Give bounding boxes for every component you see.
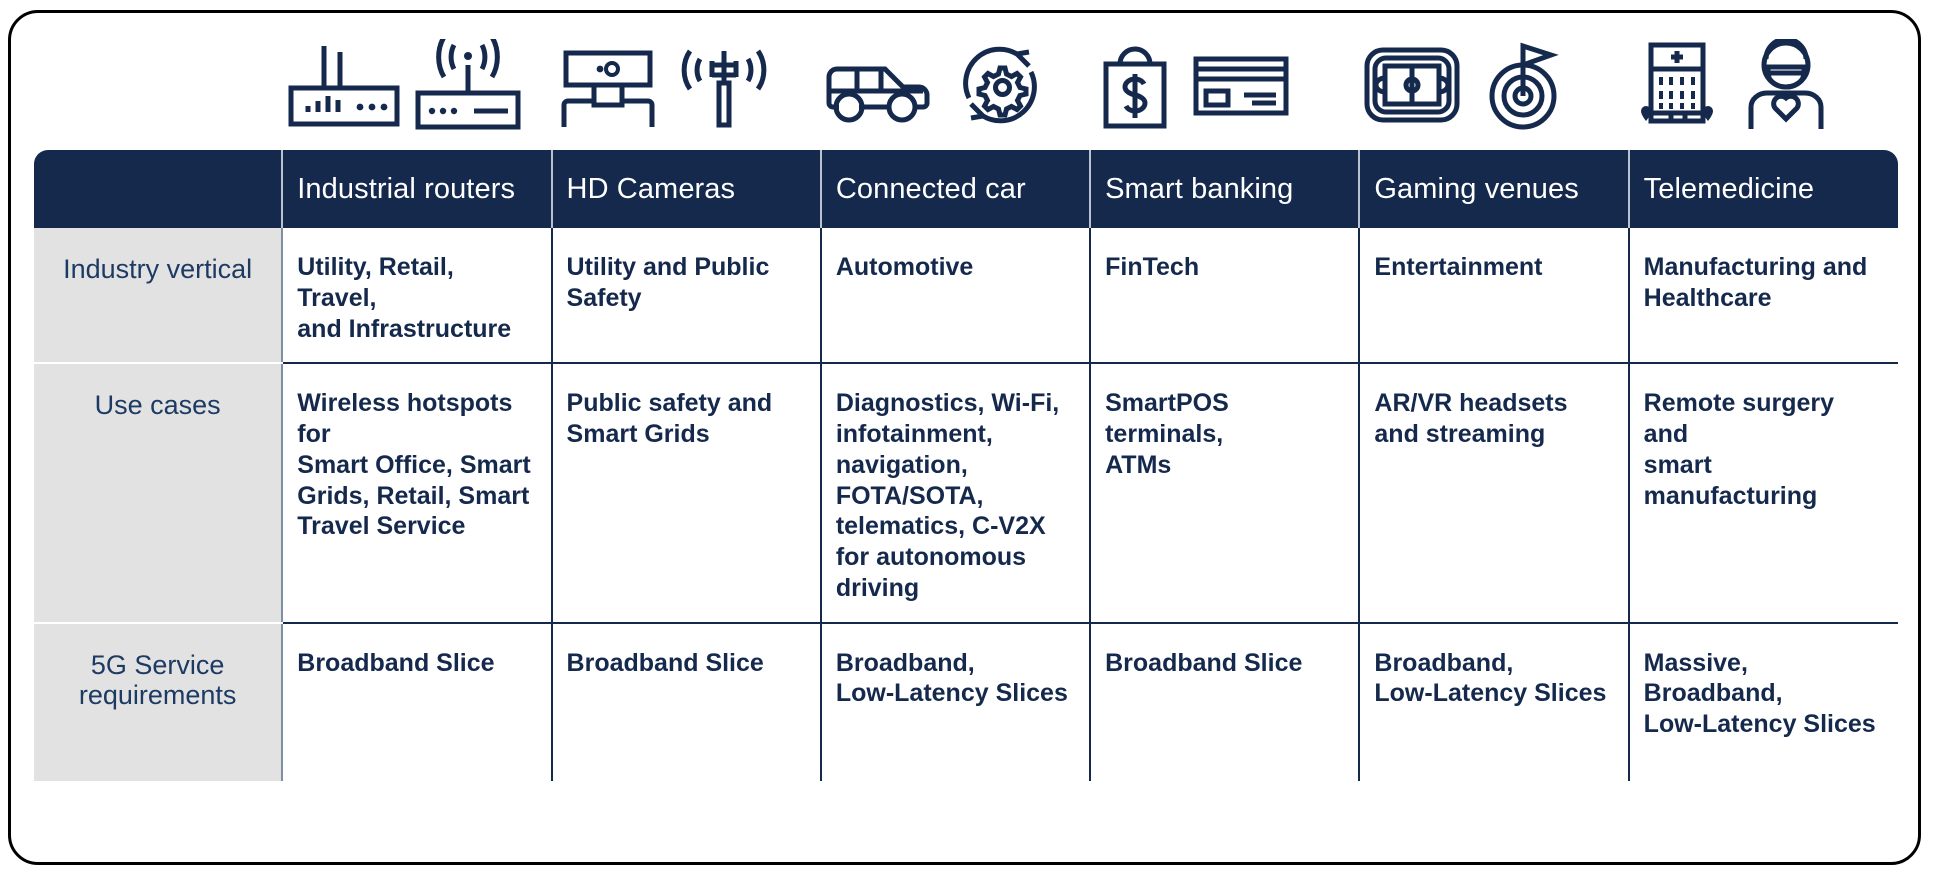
icon-group-gaming-venues [1357, 38, 1626, 132]
cell-industry-telemedicine: Manufacturing and Healthcare [1628, 228, 1898, 365]
capability-matrix-table: Industrial routers HD Cameras Connected … [34, 150, 1898, 781]
page-root: Industrial routers HD Cameras Connected … [0, 0, 1935, 875]
column-header-hd-cameras: HD Cameras [551, 150, 822, 228]
doctor-mask-heart-icon [1748, 39, 1824, 129]
column-header-gaming-venues: Gaming venues [1359, 150, 1630, 228]
wireless-router-broadcast-icon [415, 39, 521, 130]
shopping-bag-dollar-icon [1103, 46, 1167, 129]
column-header-telemedicine: Telemedicine [1628, 150, 1898, 228]
cell-usecases-gaming-venues: AR/VR headsets and streaming [1359, 363, 1630, 624]
icon-group-industrial-routers [282, 39, 551, 131]
header-row: Industrial routers HD Cameras Connected … [34, 150, 1898, 228]
hd-camera-icon [561, 50, 655, 127]
cell-industry-smart-banking: FinTech [1090, 228, 1361, 365]
table-row-industry-vertical: Industry vertical Utility, Retail, Trave… [34, 228, 1898, 365]
table-row-use-cases: Use cases Wireless hotspots for Smart Of… [34, 363, 1898, 624]
icon-group-smart-banking [1088, 40, 1357, 130]
header-corner-cell [34, 150, 284, 228]
column-header-smart-banking: Smart banking [1090, 150, 1361, 228]
table-header: Industrial routers HD Cameras Connected … [34, 150, 1898, 228]
cell-industry-connected-car: Automotive [820, 228, 1092, 365]
cell-usecases-industrial-routers: Wireless hotspots for Smart Office, Smar… [282, 363, 553, 624]
target-flag-icon [1489, 42, 1559, 130]
cell-usecases-hd-cameras: Public safety and Smart Grids [551, 363, 822, 624]
cell-5g-hd-cameras: Broadband Slice [551, 622, 822, 781]
cell-usecases-smart-banking: SmartPOS terminals, ATMs [1090, 363, 1361, 624]
gear-refresh-cycle-icon [963, 46, 1038, 124]
stadium-venue-icon [1364, 47, 1460, 123]
column-header-connected-car: Connected car [820, 150, 1092, 228]
cell-industry-hd-cameras: Utility and Public Safety [551, 228, 822, 365]
cell-usecases-telemedicine: Remote surgery and smart manufacturing [1628, 363, 1898, 624]
cell-5g-smart-banking: Broadband Slice [1090, 622, 1361, 781]
row-label-5g-service-requirements: 5G Service requirements [34, 622, 284, 781]
row-label-use-cases: Use cases [34, 363, 284, 624]
cell-industry-gaming-venues: Entertainment [1359, 228, 1630, 365]
table-row-5g-service-requirements: 5G Service requirements Broadband Slice … [34, 622, 1898, 781]
column-header-industrial-routers: Industrial routers [282, 150, 553, 228]
cell-usecases-connected-car: Diagnostics, Wi-Fi, infotainment, naviga… [820, 363, 1092, 624]
industrial-router-antenna-icon [288, 46, 400, 127]
row-label-industry-vertical: Industry vertical [34, 228, 284, 365]
cell-5g-connected-car: Broadband, Low-Latency Slices [820, 622, 1092, 781]
cell-5g-telemedicine: Massive, Broadband, Low-Latency Slices [1628, 622, 1898, 781]
cell-5g-industrial-routers: Broadband Slice [282, 622, 553, 781]
car-icon [826, 66, 930, 123]
cell-5g-gaming-venues: Broadband, Low-Latency Slices [1359, 622, 1630, 781]
icon-strip [34, 22, 1894, 148]
cell-industry-industrial-routers: Utility, Retail, Travel, and Infrastruct… [282, 228, 553, 365]
hospital-building-icon [1641, 42, 1714, 124]
icon-group-connected-car [819, 40, 1088, 130]
credit-card-icon [1193, 56, 1289, 116]
icon-group-telemedicine [1625, 39, 1894, 131]
cell-tower-signal-icon [682, 49, 767, 128]
icon-group-hd-cameras [550, 37, 819, 133]
table-body: Industry vertical Utility, Retail, Trave… [34, 228, 1898, 781]
